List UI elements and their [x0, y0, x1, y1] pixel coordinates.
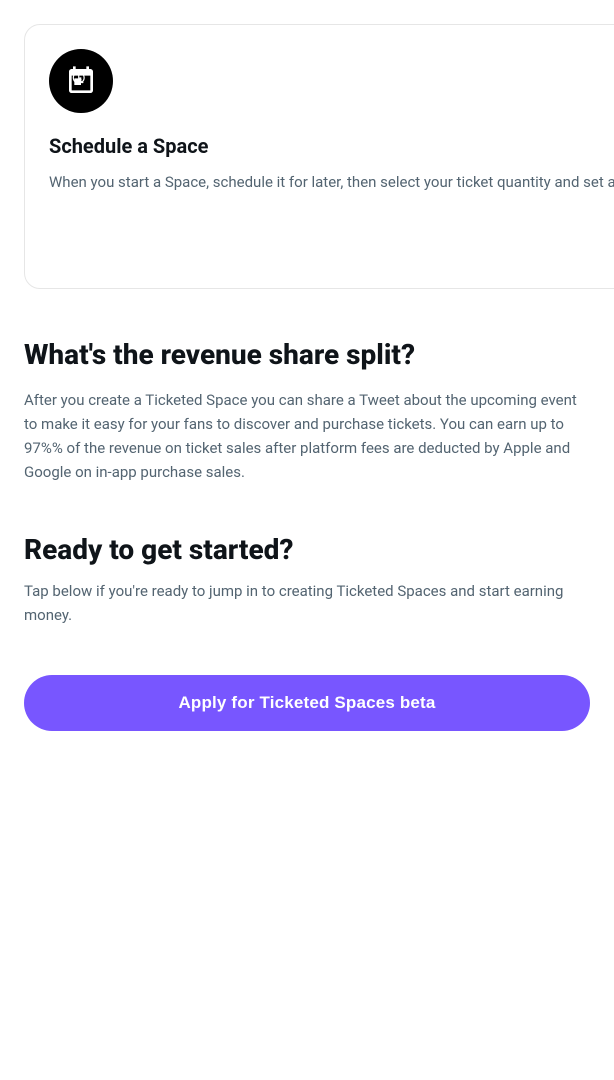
card-schedule-title: Schedule a Space	[49, 133, 614, 159]
ready-section: Ready to get started? Tap below if you'r…	[0, 516, 614, 659]
revenue-desc: After you create a Ticketed Space you ca…	[24, 388, 590, 484]
revenue-section: What's the revenue share split? After yo…	[0, 289, 614, 516]
apply-button[interactable]: Apply for Ticketed Spaces beta	[24, 675, 590, 731]
apply-btn-wrapper: Apply for Ticketed Spaces beta	[0, 659, 614, 779]
cards-row: Schedule a Space When you start a Space,…	[0, 0, 614, 289]
calendar-clock-icon	[49, 49, 113, 113]
ready-desc: Tap below if you're ready to jump in to …	[24, 579, 590, 627]
card-schedule-space: Schedule a Space When you start a Space,…	[24, 24, 614, 289]
revenue-title: What's the revenue share split?	[24, 337, 590, 372]
card-schedule-desc: When you start a Space, schedule it for …	[49, 171, 614, 194]
ready-title: Ready to get started?	[24, 532, 590, 567]
